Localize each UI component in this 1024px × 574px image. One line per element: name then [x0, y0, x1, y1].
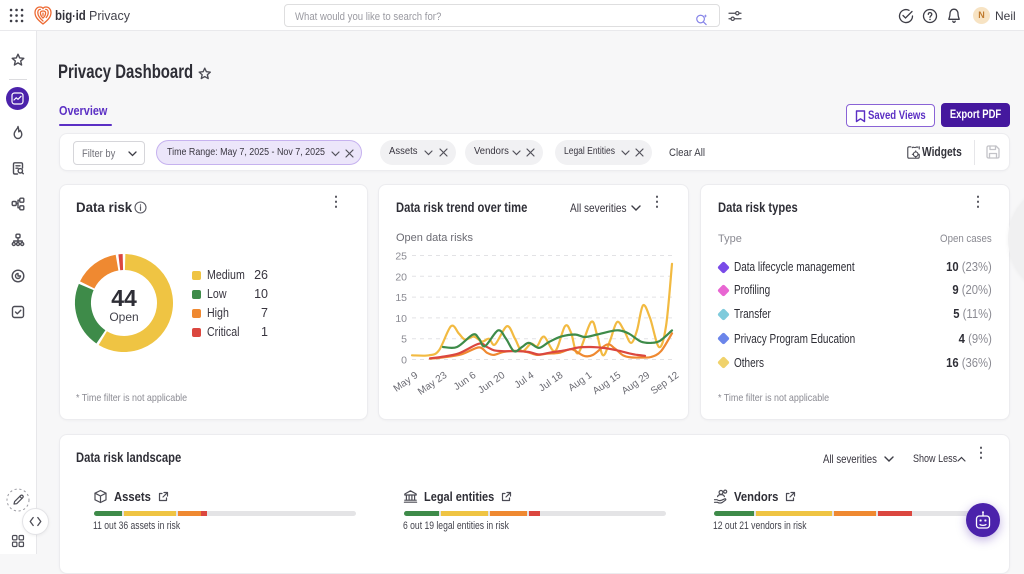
svg-text:Jun 6: Jun 6 — [452, 370, 479, 393]
svg-text:Jul 4: Jul 4 — [513, 370, 537, 391]
svg-text:44: 44 — [111, 285, 137, 311]
svg-text:Aug 1: Aug 1 — [566, 370, 594, 394]
svg-text:Jul 18: Jul 18 — [537, 370, 566, 395]
svg-text:10: 10 — [395, 313, 407, 325]
svg-text:May 23: May 23 — [416, 370, 450, 398]
svg-text:Aug 15: Aug 15 — [591, 370, 624, 397]
svg-text:25: 25 — [395, 251, 407, 263]
svg-text:May 9: May 9 — [392, 370, 421, 395]
svg-text:20: 20 — [395, 271, 407, 283]
svg-text:Aug 29: Aug 29 — [620, 370, 653, 397]
svg-text:Sep 12: Sep 12 — [649, 370, 682, 397]
svg-text:Open: Open — [109, 310, 138, 324]
svg-text:15: 15 — [395, 292, 407, 304]
svg-text:5: 5 — [401, 334, 407, 346]
svg-text:Jun 20: Jun 20 — [476, 370, 507, 396]
svg-text:0: 0 — [401, 355, 407, 367]
